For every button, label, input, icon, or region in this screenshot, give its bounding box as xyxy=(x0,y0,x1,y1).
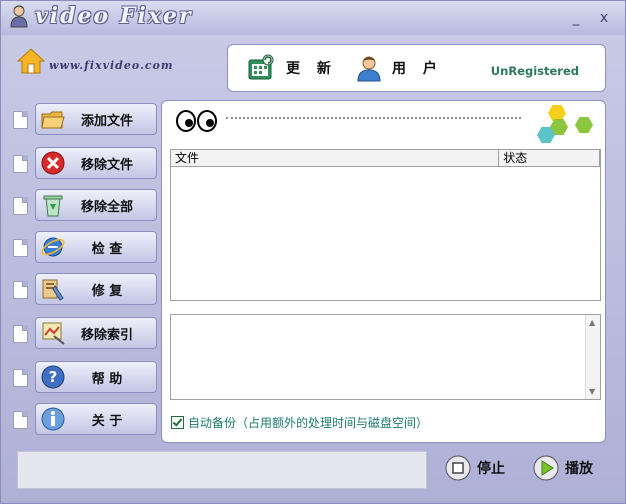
home-icon xyxy=(17,48,45,74)
document-icon xyxy=(13,411,28,429)
user-label: 用 户 xyxy=(392,61,443,77)
remove-file-label: 移除文件 xyxy=(80,157,133,173)
remove-index-label: 移除索引 xyxy=(80,327,133,343)
document-icon xyxy=(13,281,28,299)
log-area[interactable]: ▲ ▼ xyxy=(170,314,601,400)
sidebar-item-remove-index: 移除索引 xyxy=(9,317,157,349)
sidebar-item-repair: 修 复 xyxy=(9,273,157,305)
stop-button[interactable]: 停止 xyxy=(445,453,505,483)
status-bar xyxy=(17,451,427,489)
check-label: 检 查 xyxy=(91,241,123,257)
update-button[interactable]: 更 新 xyxy=(246,54,337,82)
svg-text:?: ? xyxy=(49,368,58,386)
play-icon xyxy=(533,455,559,481)
recycle-bin-icon xyxy=(43,195,63,217)
document-icon xyxy=(13,325,28,343)
update-icon xyxy=(248,54,274,80)
document-icon xyxy=(13,239,28,257)
about-button[interactable]: 关 于 xyxy=(35,403,157,435)
app-title: video Fixer xyxy=(35,3,193,29)
close-button[interactable]: x xyxy=(595,10,613,26)
repair-button[interactable]: 修 复 xyxy=(35,273,157,305)
update-label: 更 新 xyxy=(286,61,337,77)
sidebar-item-check: 检 查 xyxy=(9,231,157,263)
sidebar-item-about: 关 于 xyxy=(9,403,157,435)
document-icon xyxy=(13,111,28,129)
hexagon-yellow-icon xyxy=(548,105,566,121)
stop-label: 停止 xyxy=(477,461,505,477)
column-header-status[interactable]: 状态 xyxy=(499,150,600,166)
about-label: 关 于 xyxy=(91,413,123,429)
remove-all-label: 移除全部 xyxy=(80,199,133,215)
auto-backup-label[interactable]: 自动备份（占用额外的处理时间与磁盘空间） xyxy=(188,414,428,431)
column-header-file[interactable]: 文件 xyxy=(171,150,500,166)
title-bar[interactable]: video Fixer _ x xyxy=(1,1,625,35)
remove-index-button[interactable]: 移除索引 xyxy=(35,317,157,349)
add-file-label: 添加文件 xyxy=(80,113,133,129)
play-button[interactable]: 播放 xyxy=(533,453,593,483)
table-header: 文件 状态 xyxy=(171,150,600,167)
user-button[interactable]: 用 户 xyxy=(356,54,443,82)
auto-backup-option[interactable]: 自动备份（占用额外的处理时间与磁盘空间） xyxy=(171,414,428,431)
sidebar-item-help: ? 帮 助 xyxy=(9,361,157,393)
remove-icon xyxy=(41,151,65,175)
folder-icon xyxy=(41,111,65,129)
dotted-divider xyxy=(226,117,521,119)
user-icon xyxy=(357,56,381,82)
sidebar-item-remove-file: 移除文件 xyxy=(9,147,157,179)
help-button[interactable]: ? 帮 助 xyxy=(35,361,157,393)
registration-status[interactable]: UnRegistered xyxy=(491,64,579,78)
sidebar: 添加文件 移除文件 移除全部 检 查 修 复 移除索引 ? 帮 助 关 于 xyxy=(1,97,166,447)
eyes-icon xyxy=(176,110,217,132)
repair-label: 修 复 xyxy=(91,283,123,299)
repair-icon xyxy=(42,279,64,301)
remove-all-button[interactable]: 移除全部 xyxy=(35,189,157,221)
info-icon xyxy=(41,407,65,431)
help-icon: ? xyxy=(41,365,65,389)
auto-backup-checkbox[interactable] xyxy=(171,416,184,429)
sidebar-item-remove-all: 移除全部 xyxy=(9,189,157,221)
logo-area: www.fixvideo.com xyxy=(13,41,213,91)
app-window: video Fixer _ x www.fixvideo.com 更 新 用 户… xyxy=(0,0,626,504)
ie-check-icon xyxy=(41,237,65,257)
scroll-up-icon[interactable]: ▲ xyxy=(589,318,595,327)
document-icon xyxy=(13,369,28,387)
play-label: 播放 xyxy=(565,461,593,477)
sidebar-item-add-file: 添加文件 xyxy=(9,103,157,135)
scroll-down-icon[interactable]: ▼ xyxy=(589,387,595,396)
check-button[interactable]: 检 查 xyxy=(35,231,157,263)
website-url: www.fixvideo.com xyxy=(49,59,174,72)
help-label: 帮 助 xyxy=(91,371,123,387)
remove-file-button[interactable]: 移除文件 xyxy=(35,147,157,179)
main-panel: 文件 状态 ▲ ▼ 自动备份（占用额外的处理时间与磁盘空间） xyxy=(161,100,606,443)
add-file-button[interactable]: 添加文件 xyxy=(35,103,157,135)
document-icon xyxy=(13,197,28,215)
document-icon xyxy=(13,155,28,173)
file-table[interactable]: 文件 状态 xyxy=(170,149,601,301)
stop-icon xyxy=(445,455,471,481)
minimize-button[interactable]: _ xyxy=(567,10,585,26)
app-avatar-icon xyxy=(10,5,28,28)
top-toolbar: 更 新 用 户 UnRegistered xyxy=(227,44,606,92)
remove-index-icon xyxy=(42,322,65,345)
log-scrollbar[interactable]: ▲ ▼ xyxy=(585,315,600,399)
hexagon-green-icon xyxy=(575,117,593,133)
